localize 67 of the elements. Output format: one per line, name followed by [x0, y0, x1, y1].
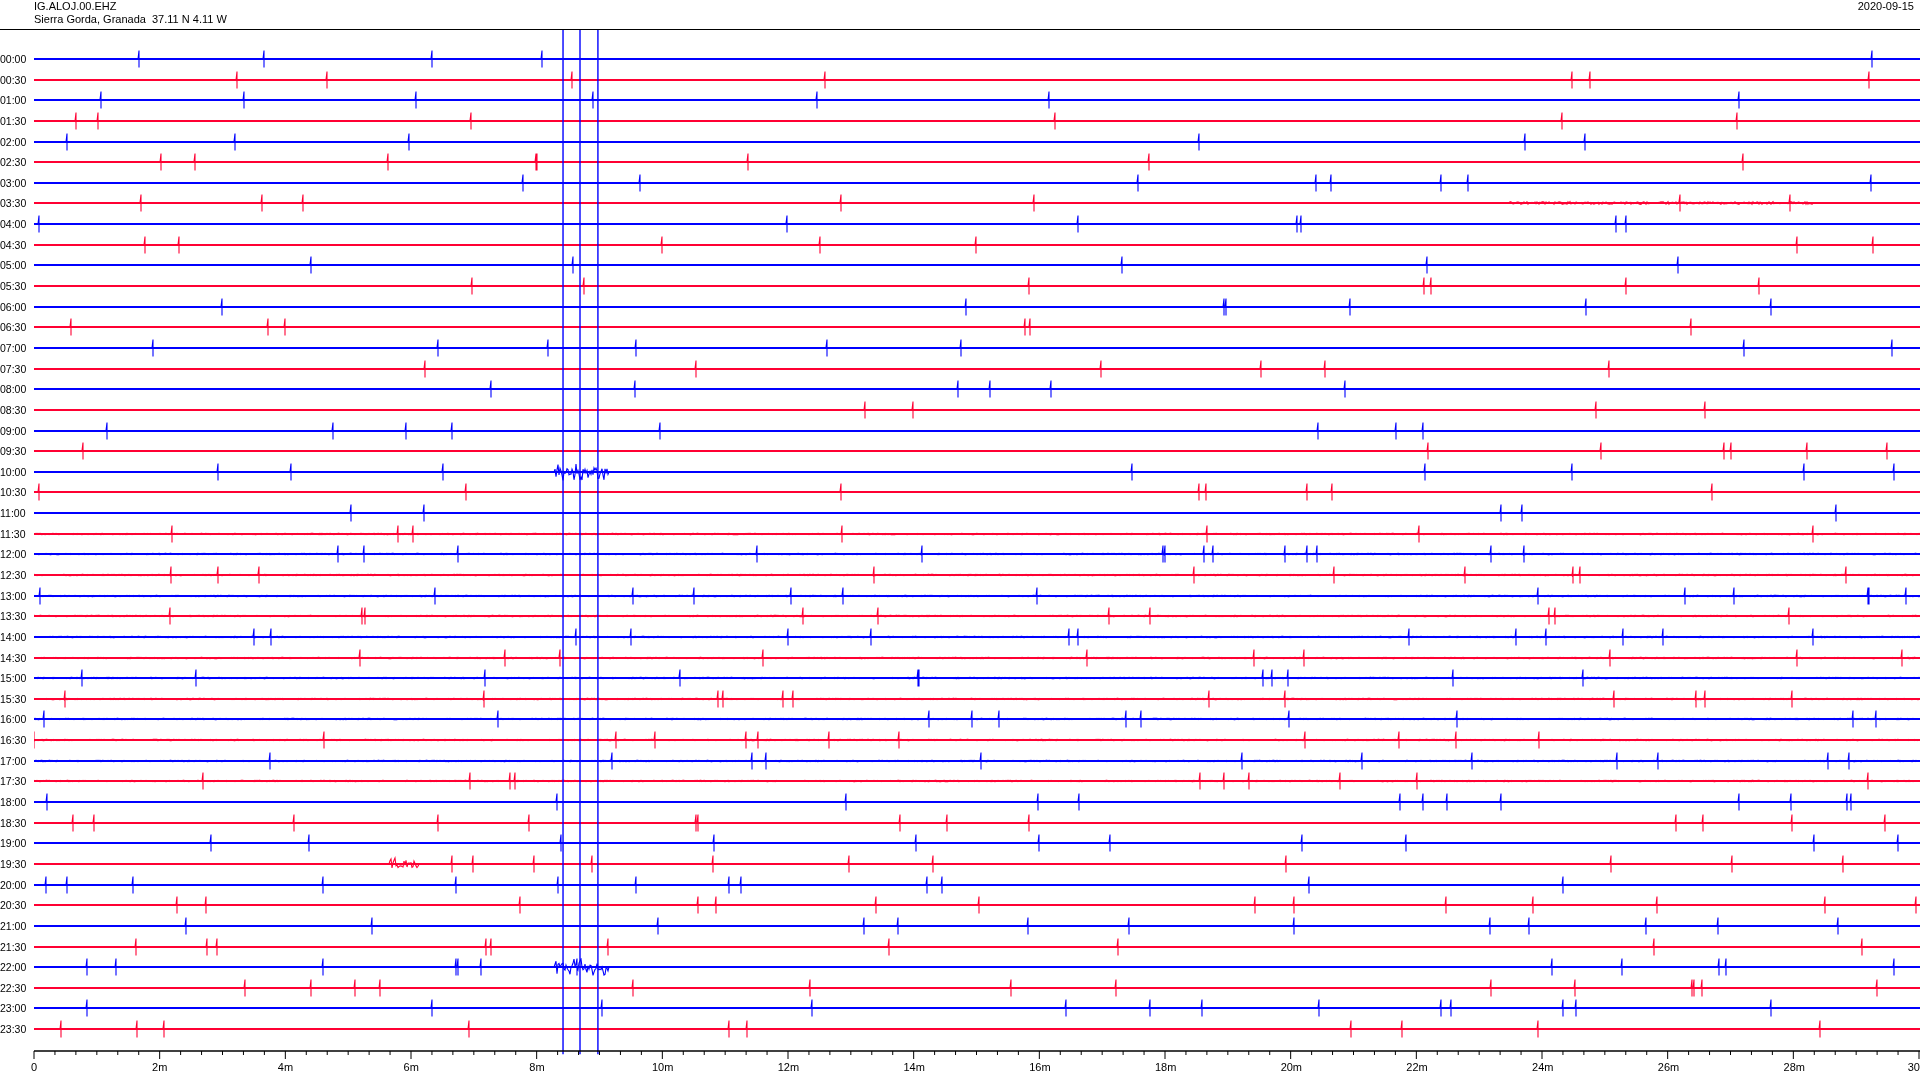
- tick-label: 20m: [1280, 1061, 1303, 1074]
- hour-label: 11:30: [0, 527, 27, 540]
- tick-label: 4m: [277, 1061, 294, 1074]
- hour-label: 10:30: [0, 486, 28, 499]
- hour-label: 16:30: [0, 734, 28, 747]
- tick-label: 6m: [403, 1061, 419, 1074]
- hour-label: 15:30: [0, 692, 28, 705]
- hour-label: 21:00: [0, 919, 28, 932]
- hour-label: 17:30: [0, 775, 28, 788]
- hour-label: 20:30: [0, 899, 28, 912]
- hour-label: 19:00: [0, 837, 28, 850]
- hour-label: 06:00: [0, 300, 28, 313]
- hour-label: 17:00: [0, 754, 28, 767]
- hour-label: 09:30: [0, 445, 28, 458]
- hour-label: 02:30: [0, 156, 28, 169]
- hour-label: 18:30: [0, 816, 28, 829]
- hour-label: 09:00: [0, 424, 28, 437]
- hour-label: 13:00: [0, 589, 28, 602]
- hour-label: 00:00: [0, 52, 28, 65]
- tick-label: 16m: [1029, 1061, 1051, 1074]
- hour-label: 04:00: [0, 218, 28, 231]
- hour-label: 07:00: [0, 341, 28, 354]
- hour-label: 10:00: [0, 465, 28, 478]
- hour-label: 22:30: [0, 981, 28, 994]
- hour-label: 08:00: [0, 383, 28, 396]
- hour-label: 08:30: [0, 403, 28, 416]
- hour-label: 14:30: [0, 651, 28, 664]
- hour-label: 05:30: [0, 280, 28, 292]
- tick-label: 14m: [903, 1061, 925, 1074]
- hour-label: 21:30: [0, 940, 28, 953]
- hour-label: 22:00: [0, 961, 28, 974]
- tick-label: 8m: [529, 1061, 545, 1074]
- tick-label: 24m: [1532, 1061, 1554, 1074]
- hour-label: 05:00: [0, 259, 28, 272]
- hour-label: 03:30: [0, 197, 28, 210]
- record-date: 2020-09-15: [1857, 0, 1914, 14]
- hour-label: 23:00: [0, 1002, 28, 1015]
- hour-label: 19:30: [0, 857, 28, 870]
- hour-label: 12:30: [0, 569, 28, 581]
- hour-label: 01:00: [0, 94, 28, 107]
- hour-label: 03:00: [0, 176, 28, 189]
- station-location: Sierra Gorda, Granada 37.11 N 4.11 W: [34, 13, 227, 26]
- hour-label: 18:00: [0, 796, 28, 809]
- tick-label: 18m: [1154, 1061, 1177, 1074]
- hour-label: 04:30: [0, 238, 28, 251]
- tick-label: 30: [1907, 1061, 1920, 1074]
- tick-label: 22m: [1406, 1061, 1428, 1074]
- hour-label: 20:00: [0, 878, 28, 891]
- hour-label: 00:30: [0, 73, 28, 86]
- tick-label: 26m: [1657, 1061, 1680, 1074]
- hour-label: 23:30: [0, 1023, 28, 1036]
- hour-label: 06:30: [0, 321, 28, 334]
- hour-label: 07:30: [0, 362, 28, 375]
- tick-label: 2m: [152, 1061, 168, 1074]
- hour-label: 11:00: [0, 507, 27, 520]
- station-code: IG.ALOJ.00.EHZ: [34, 0, 118, 13]
- hour-label: 12:00: [0, 548, 28, 561]
- tick-label: 28m: [1783, 1061, 1805, 1074]
- hour-label: 02:00: [0, 135, 28, 148]
- tick-label: 0: [31, 1061, 38, 1074]
- tick-label: 12m: [777, 1061, 800, 1074]
- hour-label: 14:00: [0, 630, 28, 643]
- tick-label: 10m: [651, 1061, 674, 1074]
- hour-label: 01:30: [0, 114, 28, 127]
- hour-label: 16:00: [0, 713, 28, 726]
- hour-label: 13:30: [0, 610, 28, 623]
- hour-label: 15:00: [0, 672, 28, 685]
